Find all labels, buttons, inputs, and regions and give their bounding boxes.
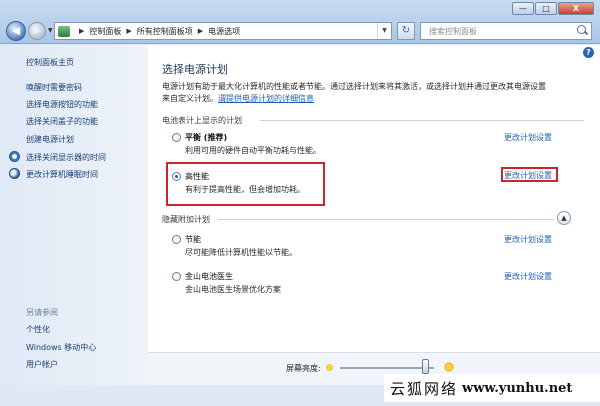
description-line-1: 电源计划有助于最大化计算机的性能或者节能。通过选择计划来将其激活，或选择计划并通… [162, 82, 546, 91]
power-plan-details-link[interactable]: 谓提供电源计划的详细信息 [218, 94, 314, 103]
plan-balanced-desc: 利用可用的硬件自动平衡功耗与性能。 [185, 146, 321, 155]
sidebar-item-power-button[interactable]: 选择电源按钮的功能 [26, 99, 98, 110]
brightness-slider-track[interactable] [340, 367, 434, 369]
brightness-label: 屏幕亮度: [286, 364, 321, 373]
plan-balanced-name: 平衡 (推荐) [185, 133, 228, 142]
control-panel-icon [58, 25, 70, 37]
title-bar: — □ X ◀ ▶ ▼ ▶ 控制面板 ▶ 所有控制面板项 ▶ 电源选项 ▼ ↻ … [0, 0, 600, 44]
plan-balanced-radio[interactable] [172, 133, 181, 142]
page-title: 选择电源计划 [162, 63, 228, 76]
watermark: 云狐网络 www.yunhu.net [384, 374, 600, 402]
breadcrumb-separator-icon[interactable]: ▶ [198, 27, 203, 35]
see-also-mobility-center[interactable]: Windows 移动中心 [26, 342, 96, 353]
change-plan-settings-power-saver[interactable]: 更改计划设置 [504, 234, 552, 245]
refresh-button[interactable]: ↻ [397, 22, 415, 40]
back-button[interactable]: ◀ [6, 21, 26, 41]
sidebar: 控制面板主页 唤醒时需要密码 选择电源按钮的功能 选择关闭盖子的功能 创建电源计… [0, 45, 148, 385]
watermark-domain: www.yunhu.net [462, 380, 573, 396]
collapse-chevron-up-icon[interactable]: ▲ [557, 211, 571, 225]
breadcrumb-separator-icon[interactable]: ▶ [126, 27, 131, 35]
group-battery-meter-plans: 电池表计上显示的计划 [162, 116, 242, 125]
plan-power-saver-desc: 尽可能降低计算机性能以节能。 [185, 248, 297, 257]
maximize-button[interactable]: □ [535, 2, 557, 15]
breadcrumb-separator-icon[interactable]: ▶ [79, 27, 84, 35]
address-dropdown-icon[interactable]: ▼ [377, 23, 391, 39]
minimize-button[interactable]: — [512, 2, 534, 15]
help-icon[interactable]: ? [583, 47, 594, 58]
brightness-slider-thumb[interactable] [422, 359, 429, 374]
sidebar-item-display-off[interactable]: 选择关闭显示器的时间 [26, 152, 106, 163]
main-panel: ? 选择电源计划 电源计划有助于最大化计算机的性能或者节能。通过选择计划来将其激… [148, 45, 600, 385]
see-also-heading: 另请参阅 [26, 308, 58, 317]
breadcrumb-all-items[interactable]: 所有控制面板项 [137, 26, 193, 37]
plan-high-performance-name: 高性能 [185, 172, 209, 181]
group-hidden-plans: 隐藏附加计划 [162, 215, 210, 224]
address-bar[interactable]: ▶ 控制面板 ▶ 所有控制面板项 ▶ 电源选项 ▼ [54, 22, 392, 40]
dim-sun-icon [325, 363, 334, 372]
description-line-2: 来自定义计划。 [162, 94, 218, 103]
plan-high-performance-radio[interactable] [172, 172, 181, 181]
plan-power-saver-radio[interactable] [172, 235, 181, 244]
see-also-user-accounts[interactable]: 用户帐户 [26, 359, 58, 370]
plan-power-saver-name: 节能 [185, 235, 201, 244]
clock-icon [9, 151, 20, 162]
change-plan-settings-balanced[interactable]: 更改计划设置 [504, 132, 552, 143]
plan-high-performance-desc: 有利于提高性能，但会增加功耗。 [185, 185, 305, 194]
search-box[interactable]: 搜索控制面板 [420, 22, 592, 40]
sidebar-item-lid-close[interactable]: 选择关闭盖子的功能 [26, 116, 98, 127]
change-plan-settings-high-performance[interactable]: 更改计划设置 [504, 170, 552, 181]
forward-button[interactable]: ▶ [28, 22, 46, 40]
plan-kingsoft-battery-name: 金山电池医生 [185, 272, 233, 281]
group-divider [218, 219, 554, 220]
window-controls: — □ X [511, 2, 594, 15]
search-icon[interactable] [575, 24, 589, 38]
see-also-personalization[interactable]: 个性化 [26, 324, 50, 335]
breadcrumb-control-panel[interactable]: 控制面板 [89, 26, 121, 37]
group-divider [260, 120, 584, 121]
sidebar-item-require-password[interactable]: 唤醒时需要密码 [26, 82, 82, 93]
moon-icon [9, 168, 20, 179]
change-plan-settings-kingsoft-battery[interactable]: 更改计划设置 [504, 271, 552, 282]
plan-kingsoft-battery-radio[interactable] [172, 272, 181, 281]
search-input[interactable]: 搜索控制面板 [429, 26, 477, 37]
watermark-name: 云狐网络 [390, 379, 459, 398]
navigation-buttons: ◀ ▶ ▼ [6, 21, 58, 41]
page-description: 电源计划有助于最大化计算机的性能或者节能。通过选择计划来将其激活，或选择计划并通… [162, 81, 582, 105]
breadcrumb-power-options[interactable]: 电源选项 [208, 26, 240, 37]
bright-sun-icon [443, 361, 455, 373]
sidebar-item-create-plan[interactable]: 创建电源计划 [26, 134, 74, 145]
close-button[interactable]: X [558, 2, 594, 15]
sidebar-item-control-panel-home[interactable]: 控制面板主页 [26, 57, 74, 68]
sidebar-item-sleep-time[interactable]: 更改计算机睡眠时间 [26, 169, 98, 180]
plan-kingsoft-battery-desc: 金山电池医生场景优化方案 [185, 285, 281, 294]
